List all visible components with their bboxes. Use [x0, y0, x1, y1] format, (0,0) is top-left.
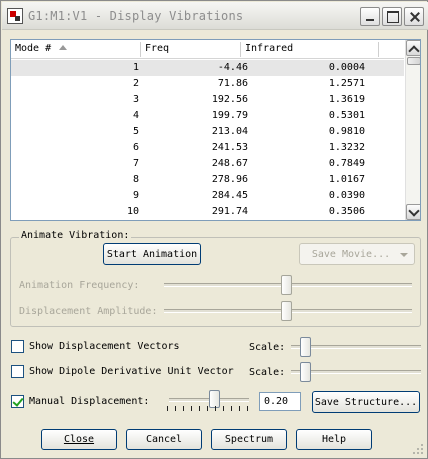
displacement-scale-thumb[interactable]	[300, 337, 311, 357]
close-window-icon[interactable]	[404, 7, 424, 26]
cancel-button[interactable]: Cancel	[126, 429, 202, 450]
window-title: G1:M1:V1 - Display Vibrations	[28, 9, 244, 23]
cell-freq: 248.67	[211, 158, 248, 169]
manual-displacement-input[interactable]: 0.20	[259, 392, 301, 411]
table-body: 1 -4.46 0.0004 2 71.86 1.2571 3 192.56 1.3619 4 19…	[11, 60, 404, 220]
table-scrollbar[interactable]	[405, 40, 420, 220]
scroll-down-icon[interactable]	[406, 204, 420, 220]
cell-freq: 199.79	[211, 110, 248, 121]
save-structure-button[interactable]: Save Structure...	[312, 391, 420, 413]
cell-mode: 9	[132, 190, 139, 201]
show-displacement-vectors-label: Show Displacement Vectors	[29, 341, 180, 352]
table-row[interactable]: 6 241.53 1.3232	[11, 140, 404, 156]
column-header-infrared[interactable]: Infrared	[245, 43, 293, 54]
cell-freq: 192.56	[211, 94, 248, 105]
animate-vibration-label: Animate Vibration:	[19, 230, 132, 241]
title-bar[interactable]: G1:M1:V1 - Display Vibrations	[2, 2, 428, 30]
maximize-icon[interactable]	[382, 7, 402, 26]
table-row[interactable]: 2 71.86 1.2571	[11, 76, 404, 92]
cell-ir: 0.7849	[328, 158, 365, 169]
dipole-scale-thumb[interactable]	[300, 362, 311, 382]
cell-ir: 1.2571	[328, 78, 365, 89]
slider-tick	[239, 406, 240, 411]
sort-ascending-icon	[59, 45, 68, 50]
save-movie-button[interactable]: Save Movie...	[299, 243, 415, 265]
slider-tick	[199, 406, 200, 411]
cell-freq: 284.45	[211, 190, 248, 201]
vibration-modes-table[interactable]: Mode # Freq Infrared 1 -4.46 0.0004 2 71.86 1…	[10, 39, 421, 221]
slider-tick	[183, 406, 184, 411]
cell-mode: 7	[132, 158, 139, 169]
slider-tick	[223, 406, 224, 411]
table-row[interactable]: 4 199.79 0.5301	[11, 108, 404, 124]
cell-mode: 2	[132, 78, 139, 89]
spectrum-button[interactable]: Spectrum	[211, 429, 287, 450]
resize-grip-icon[interactable]	[413, 444, 424, 455]
cell-ir: 0.9810	[328, 126, 365, 137]
close-button[interactable]: Close	[41, 429, 117, 450]
slider-tick	[207, 406, 208, 411]
start-animation-button[interactable]: Start Animation	[103, 243, 201, 265]
cell-freq: 278.96	[211, 174, 248, 185]
cell-mode: 6	[132, 142, 139, 153]
slider-tick	[215, 406, 216, 411]
column-divider[interactable]	[240, 42, 241, 57]
scroll-thumb[interactable]	[407, 57, 420, 65]
table-row[interactable]: 1 -4.46 0.0004	[11, 60, 404, 76]
cell-ir: 0.0390	[328, 190, 365, 201]
column-header-freq[interactable]: Freq	[145, 43, 169, 54]
manual-displacement-checkbox[interactable]	[11, 395, 24, 408]
slider-tick	[247, 406, 248, 411]
cell-mode: 8	[132, 174, 139, 185]
minimize-icon[interactable]	[360, 7, 380, 26]
cell-freq: 291.74	[211, 206, 248, 217]
cell-ir: 0.3506	[328, 206, 365, 217]
column-divider[interactable]	[140, 42, 141, 57]
help-button[interactable]: Help	[296, 429, 372, 450]
cell-freq: 213.04	[211, 126, 248, 137]
cell-mode: 4	[132, 110, 139, 121]
cell-freq: -4.46	[217, 62, 248, 73]
display-vibrations-window: G1:M1:V1 - Display Vibrations Mode # Fre…	[0, 0, 428, 459]
table-row[interactable]: 8 278.96 1.0167	[11, 172, 404, 188]
show-displacement-vectors-checkbox[interactable]	[11, 340, 24, 353]
cell-mode: 10	[126, 206, 139, 217]
displacement-amplitude-label: Displacement Amplitude:	[19, 306, 158, 317]
cell-ir: 1.3619	[328, 94, 365, 105]
cell-ir: 1.3232	[328, 142, 365, 153]
show-dipole-vector-checkbox[interactable]	[11, 365, 24, 378]
animation-frequency-thumb[interactable]	[281, 275, 292, 295]
column-header-mode[interactable]: Mode #	[15, 43, 68, 54]
table-row[interactable]: 9 284.45 0.0390	[11, 188, 404, 204]
table-row[interactable]: 3 192.56 1.3619	[11, 92, 404, 108]
manual-displacement-label: Manual Displacement:	[29, 396, 150, 407]
cell-mode: 5	[132, 126, 139, 137]
manual-displacement-ticks	[167, 406, 248, 412]
animation-frequency-label: Animation Frequency:	[19, 280, 140, 291]
displacement-scale-label: Scale:	[249, 342, 286, 353]
column-divider[interactable]	[378, 42, 379, 57]
displacement-amplitude-thumb[interactable]	[281, 301, 292, 321]
cell-freq: 241.53	[211, 142, 248, 153]
table-row[interactable]: 5 213.04 0.9810	[11, 124, 404, 140]
show-dipole-vector-label: Show Dipole Derivative Unit Vector	[29, 366, 234, 377]
cell-freq: 71.86	[217, 78, 248, 89]
cell-ir: 0.5301	[328, 110, 365, 121]
slider-tick	[167, 406, 168, 411]
dipole-scale-label: Scale:	[249, 367, 286, 378]
app-icon[interactable]	[7, 8, 23, 24]
cell-mode: 3	[132, 94, 139, 105]
cell-ir: 0.0004	[328, 62, 365, 73]
table-row[interactable]: 10 291.74 0.3506	[11, 204, 404, 220]
table-row[interactable]: 7 248.67 0.7849	[11, 156, 404, 172]
slider-tick	[175, 406, 176, 411]
slider-tick	[231, 406, 232, 411]
dropdown-arrow-icon	[400, 253, 408, 257]
table-header: Mode # Freq Infrared	[11, 40, 404, 59]
scroll-up-icon[interactable]	[406, 40, 420, 56]
slider-tick	[191, 406, 192, 411]
cell-ir: 1.0167	[328, 174, 365, 185]
cell-mode: 1	[132, 62, 139, 73]
